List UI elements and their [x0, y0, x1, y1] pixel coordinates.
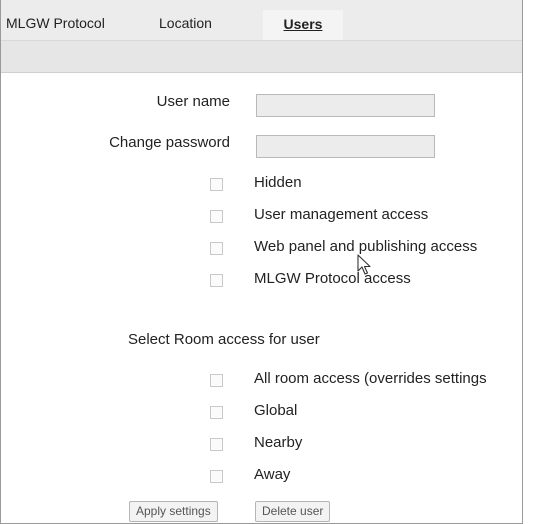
- mlgw-protocol-access-label: MLGW Protocol access: [254, 270, 411, 287]
- change-password-label: Change password: [109, 134, 230, 151]
- user-name-input[interactable]: [256, 94, 435, 117]
- user-name-label: User name: [156, 93, 230, 110]
- web-panel-publishing-access-checkbox[interactable]: [210, 242, 223, 255]
- global-room-label: Global: [254, 402, 298, 419]
- sub-toolbar: [1, 40, 522, 73]
- mouse-pointer-icon: [357, 254, 371, 275]
- away-room-checkbox[interactable]: [210, 470, 223, 483]
- room-access-heading: Select Room access for user: [128, 331, 320, 348]
- user-management-access-checkbox[interactable]: [210, 210, 223, 223]
- tab-users[interactable]: Users: [263, 10, 343, 40]
- users-settings-frame: MLGW Protocol Location Users User name C…: [0, 0, 523, 524]
- nearby-room-checkbox[interactable]: [210, 438, 223, 451]
- hidden-label: Hidden: [254, 174, 302, 191]
- tab-mlgw-protocol[interactable]: MLGW Protocol: [6, 8, 105, 38]
- all-room-access-label: All room access (overrides settings: [254, 370, 487, 387]
- web-panel-publishing-access-label: Web panel and publishing access: [254, 238, 478, 255]
- all-room-access-checkbox[interactable]: [210, 374, 223, 387]
- user-management-access-label: User management access: [254, 206, 429, 223]
- tab-location[interactable]: Location: [159, 8, 212, 38]
- away-room-label: Away: [254, 466, 291, 483]
- mlgw-protocol-access-checkbox[interactable]: [210, 274, 223, 287]
- apply-settings-button[interactable]: Apply settings: [129, 501, 218, 522]
- nearby-room-label: Nearby: [254, 434, 303, 451]
- delete-user-button[interactable]: Delete user: [255, 501, 331, 522]
- change-password-input[interactable]: [256, 135, 435, 158]
- global-room-checkbox[interactable]: [210, 406, 223, 419]
- hidden-checkbox[interactable]: [210, 178, 223, 191]
- tab-bar: MLGW Protocol Location Users: [1, 0, 522, 40]
